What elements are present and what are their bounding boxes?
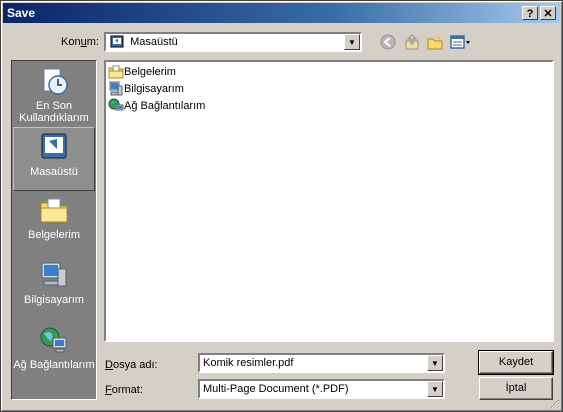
- save-button[interactable]: Kaydet: [478, 350, 554, 375]
- chevron-down-icon[interactable]: ▼: [344, 34, 360, 50]
- documents-folder-icon: [108, 65, 124, 79]
- lookin-label: Konum:: [61, 36, 99, 48]
- network-icon: [108, 98, 124, 111]
- save-dialog: Save ? ✕ Konum: Masaüstü ▼ En Son Kullan…: [0, 0, 563, 412]
- resize-grip-icon[interactable]: [548, 397, 560, 409]
- place-documents[interactable]: Belgelerim: [13, 194, 95, 256]
- list-item[interactable]: Belgelerim: [108, 64, 176, 81]
- cancel-button-label: İptal: [505, 382, 527, 394]
- back-icon[interactable]: [379, 33, 397, 51]
- save-button-label: Kaydet: [498, 356, 534, 368]
- place-network[interactable]: Ağ Bağlantılarım: [13, 324, 95, 386]
- filename-input[interactable]: Komik resimler.pdf ▼: [198, 353, 445, 373]
- network-icon: [40, 327, 67, 353]
- place-recent[interactable]: En Son Kullandıklarım: [13, 65, 95, 127]
- places-bar: En Son Kullandıklarım Masaüstü Belgeleri…: [11, 60, 97, 400]
- place-desktop[interactable]: Masaüstü: [13, 127, 95, 191]
- list-item[interactable]: Ağ Bağlantılarım: [108, 98, 205, 115]
- list-item[interactable]: Bilgisayarım: [108, 81, 184, 98]
- help-button[interactable]: ?: [522, 6, 538, 20]
- file-list[interactable]: Belgelerim Bilgisayarım Ağ Bağlantılarım: [104, 60, 554, 342]
- close-button[interactable]: ✕: [540, 6, 556, 20]
- filename-value[interactable]: Komik resimler.pdf: [203, 357, 293, 369]
- desktop-icon: [110, 35, 124, 48]
- new-folder-icon[interactable]: [426, 33, 444, 51]
- recent-icon: [43, 68, 68, 95]
- computer-icon: [109, 81, 123, 96]
- filename-label: Dosya adı:: [105, 359, 158, 371]
- chevron-down-icon[interactable]: ▼: [427, 381, 443, 397]
- format-value: Multi-Page Document (*.PDF): [203, 383, 349, 395]
- lookin-dropdown[interactable]: Masaüstü ▼: [104, 32, 362, 52]
- computer-icon: [41, 262, 67, 287]
- window-title: Save: [7, 6, 36, 20]
- desktop-icon: [41, 133, 67, 159]
- view-menu-icon[interactable]: [450, 33, 472, 51]
- place-computer[interactable]: Bilgisayarım: [13, 259, 95, 321]
- format-dropdown[interactable]: Multi-Page Document (*.PDF) ▼: [198, 379, 445, 399]
- documents-folder-icon: [40, 198, 68, 223]
- format-label: Format:: [105, 384, 143, 396]
- cancel-button[interactable]: İptal: [479, 377, 553, 400]
- lookin-value: Masaüstü: [110, 35, 178, 49]
- up-folder-icon[interactable]: [403, 33, 421, 51]
- chevron-down-icon[interactable]: ▼: [427, 355, 443, 371]
- title-bar[interactable]: Save ? ✕: [3, 3, 560, 23]
